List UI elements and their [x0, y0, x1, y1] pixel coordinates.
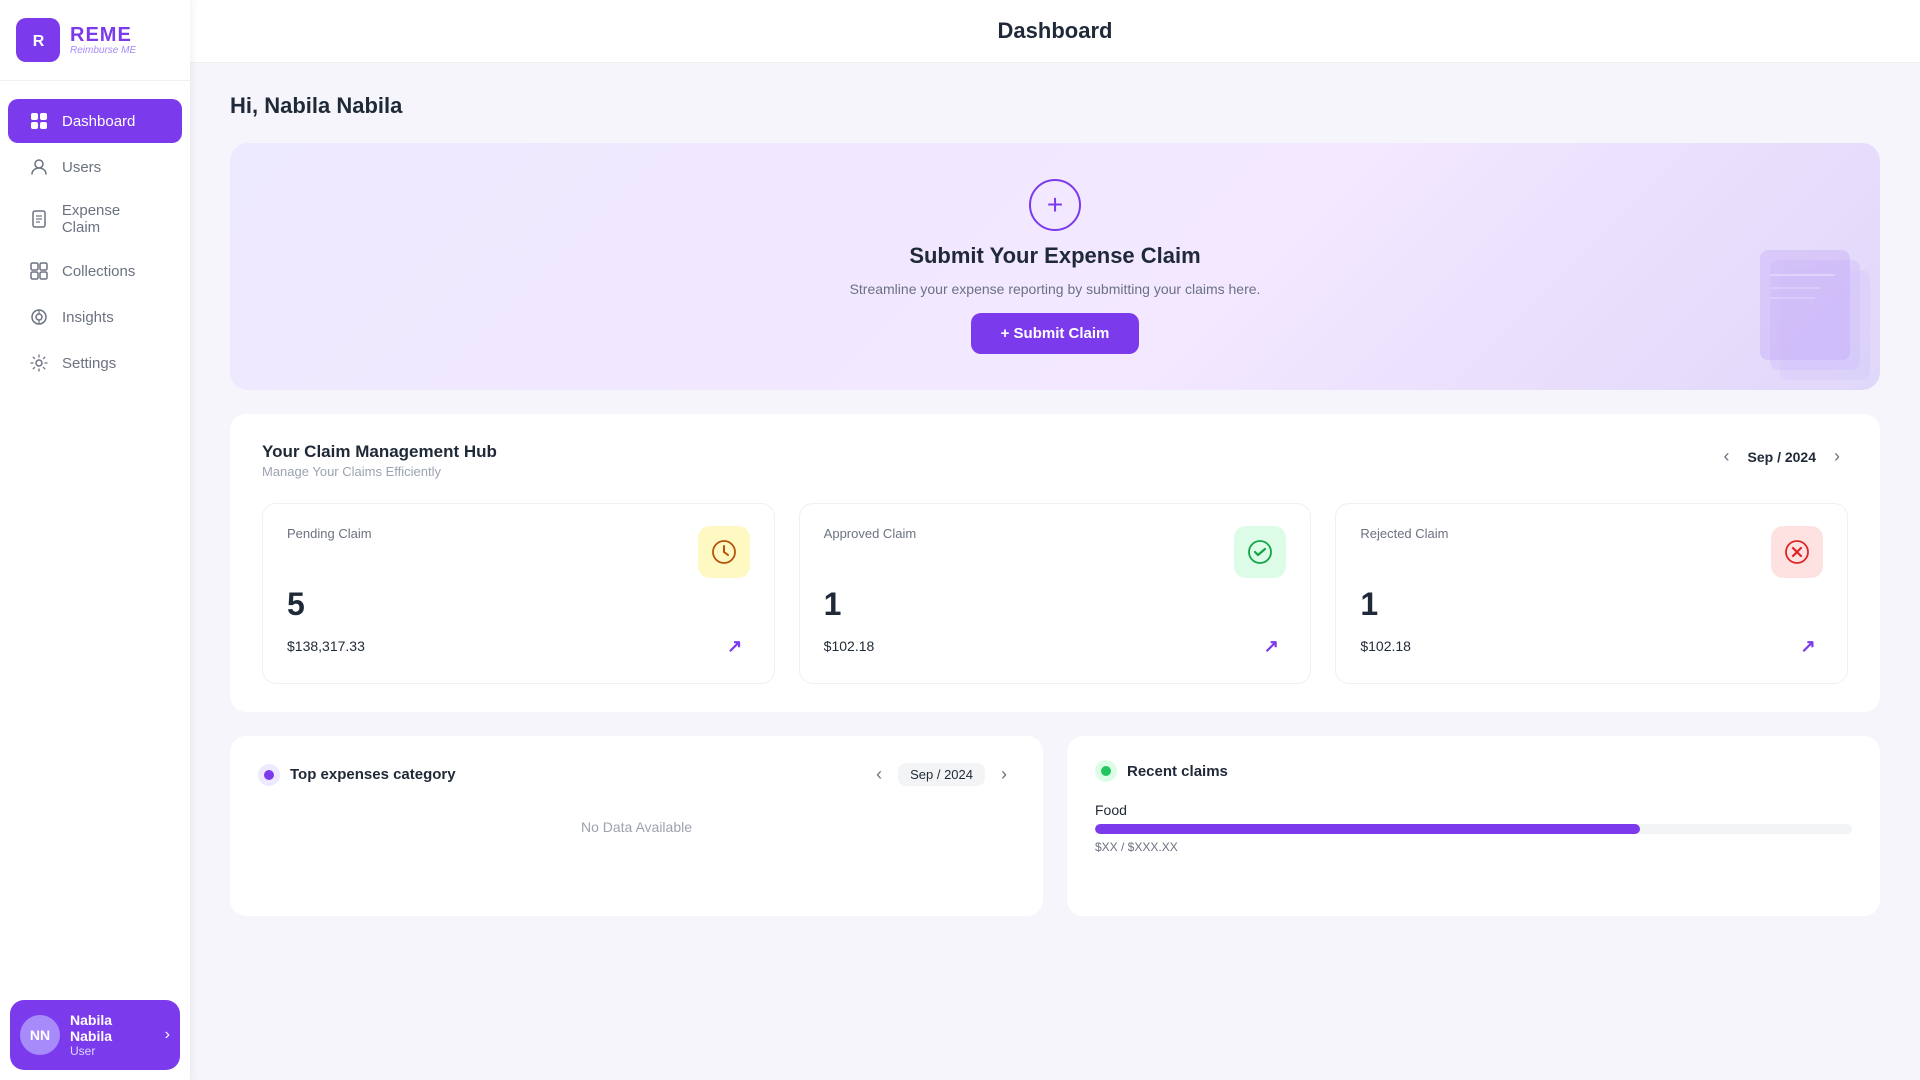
pending-label: Pending Claim	[287, 526, 372, 541]
sidebar-item-insights[interactable]: Insights	[8, 295, 182, 339]
sidebar: R REME Reimburse ME Dashboard	[0, 0, 190, 1080]
recent-claim-progress-bar	[1095, 824, 1852, 834]
users-icon	[28, 156, 50, 178]
settings-label: Settings	[62, 355, 116, 372]
hub-title: Your Claim Management Hub	[262, 442, 497, 462]
page-header: Dashboard	[190, 0, 1920, 63]
approved-claim-card: Approved Claim 1 $102.18 ↗	[799, 503, 1312, 684]
rejected-link[interactable]: ↗	[1793, 631, 1823, 661]
rejected-footer: $102.18 ↗	[1360, 631, 1823, 661]
pending-icon	[698, 526, 750, 578]
pending-claim-card: Pending Claim 5 $138,317.33 ↗	[262, 503, 775, 684]
sidebar-item-dashboard[interactable]: Dashboard	[8, 99, 182, 143]
nav-menu: Dashboard Users Expense Claim	[0, 81, 190, 990]
sidebar-item-settings[interactable]: Settings	[8, 341, 182, 385]
chevron-right-icon: ›	[165, 1026, 170, 1044]
banner-title: Submit Your Expense Claim	[909, 243, 1200, 269]
top-expenses-title: Top expenses category	[258, 764, 456, 786]
recent-claim-progress-fill	[1095, 824, 1640, 834]
expense-claim-label: Expense Claim	[62, 202, 162, 236]
pending-footer: $138,317.33 ↗	[287, 631, 750, 661]
main-content: Dashboard Hi, Nabila Nabila + Submit You…	[190, 0, 1920, 1080]
hub-next-month-button[interactable]: ›	[1826, 442, 1848, 471]
rejected-icon	[1771, 526, 1823, 578]
logo-text: REME Reimburse ME	[70, 25, 136, 56]
recent-claims-header: Recent claims	[1095, 760, 1852, 782]
approved-footer: $102.18 ↗	[824, 631, 1287, 661]
top-expenses-header: Top expenses category ‹ Sep / 2024 ›	[258, 760, 1015, 789]
app-name: REME	[70, 25, 136, 45]
rejected-label: Rejected Claim	[1360, 526, 1448, 541]
sidebar-item-users[interactable]: Users	[8, 145, 182, 189]
recent-claims-card: Recent claims Food $XX / $XXX.XX	[1067, 736, 1880, 916]
approved-icon	[1234, 526, 1286, 578]
svg-text:R: R	[33, 33, 45, 50]
user-role: User	[70, 1044, 155, 1058]
rejected-amount: $102.18	[1360, 638, 1411, 654]
expense-claim-icon	[28, 208, 50, 230]
insights-label: Insights	[62, 309, 114, 326]
approved-card-header: Approved Claim	[824, 526, 1287, 578]
hub-month-label: Sep / 2024	[1748, 449, 1817, 465]
submit-banner: + Submit Your Expense Claim Streamline y…	[230, 143, 1880, 390]
user-profile[interactable]: NN Nabila Nabila User ›	[10, 1000, 180, 1070]
recent-claim-item: Food $XX / $XXX.XX	[1095, 802, 1852, 854]
top-expenses-prev-button[interactable]: ‹	[868, 760, 890, 789]
avatar: NN	[20, 1015, 60, 1055]
top-expenses-card: Top expenses category ‹ Sep / 2024 › No …	[230, 736, 1043, 916]
banner-decoration	[1760, 230, 1880, 390]
pending-count: 5	[287, 586, 750, 623]
claim-hub-section: Your Claim Management Hub Manage Your Cl…	[230, 414, 1880, 712]
collections-label: Collections	[62, 263, 135, 280]
bottom-row: Top expenses category ‹ Sep / 2024 › No …	[230, 736, 1880, 916]
banner-plus-icon: +	[1029, 179, 1081, 231]
settings-icon	[28, 352, 50, 374]
claim-cards: Pending Claim 5 $138,317.33 ↗	[262, 503, 1848, 684]
approved-amount: $102.18	[824, 638, 875, 654]
hub-header: Your Claim Management Hub Manage Your Cl…	[262, 442, 1848, 479]
insights-icon	[28, 306, 50, 328]
sidebar-item-collections[interactable]: Collections	[8, 249, 182, 293]
top-expenses-no-data: No Data Available	[258, 819, 1015, 835]
approved-link[interactable]: ↗	[1256, 631, 1286, 661]
dashboard-label: Dashboard	[62, 113, 135, 130]
user-info: Nabila Nabila User	[70, 1012, 155, 1058]
logo-icon: R	[16, 18, 60, 62]
top-expenses-next-button[interactable]: ›	[993, 760, 1015, 789]
collections-icon	[28, 260, 50, 282]
hub-prev-month-button[interactable]: ‹	[1716, 442, 1738, 471]
recent-claim-label: Food	[1095, 802, 1852, 818]
pending-amount: $138,317.33	[287, 638, 365, 654]
app-tagline: Reimburse ME	[70, 45, 136, 56]
user-name: Nabila Nabila	[70, 1012, 155, 1044]
recent-claims-dot	[1095, 760, 1117, 782]
hub-titles: Your Claim Management Hub Manage Your Cl…	[262, 442, 497, 479]
banner-description: Streamline your expense reporting by sub…	[850, 281, 1261, 297]
approved-count: 1	[824, 586, 1287, 623]
top-expenses-month-label: Sep / 2024	[898, 763, 985, 786]
users-label: Users	[62, 159, 101, 176]
top-expenses-dot	[258, 764, 280, 786]
pending-card-header: Pending Claim	[287, 526, 750, 578]
page-title: Dashboard	[230, 18, 1880, 44]
submit-claim-button[interactable]: + Submit Claim	[971, 313, 1140, 354]
logo-area: R REME Reimburse ME	[0, 0, 190, 81]
approved-label: Approved Claim	[824, 526, 917, 541]
greeting: Hi, Nabila Nabila	[230, 93, 1880, 119]
top-expenses-month-nav: ‹ Sep / 2024 ›	[868, 760, 1015, 789]
rejected-card-header: Rejected Claim	[1360, 526, 1823, 578]
rejected-claim-card: Rejected Claim 1 $102.18 ↗	[1335, 503, 1848, 684]
hub-month-nav: ‹ Sep / 2024 ›	[1716, 442, 1849, 471]
hub-subtitle: Manage Your Claims Efficiently	[262, 464, 497, 479]
sidebar-item-expense-claim[interactable]: Expense Claim	[8, 191, 182, 247]
recent-claim-amount: $XX / $XXX.XX	[1095, 840, 1852, 854]
rejected-count: 1	[1360, 586, 1823, 623]
pending-link[interactable]: ↗	[720, 631, 750, 661]
dashboard-icon	[28, 110, 50, 132]
main-body: Hi, Nabila Nabila + Submit Your Expense …	[190, 63, 1920, 946]
recent-claims-title: Recent claims	[1095, 760, 1228, 782]
